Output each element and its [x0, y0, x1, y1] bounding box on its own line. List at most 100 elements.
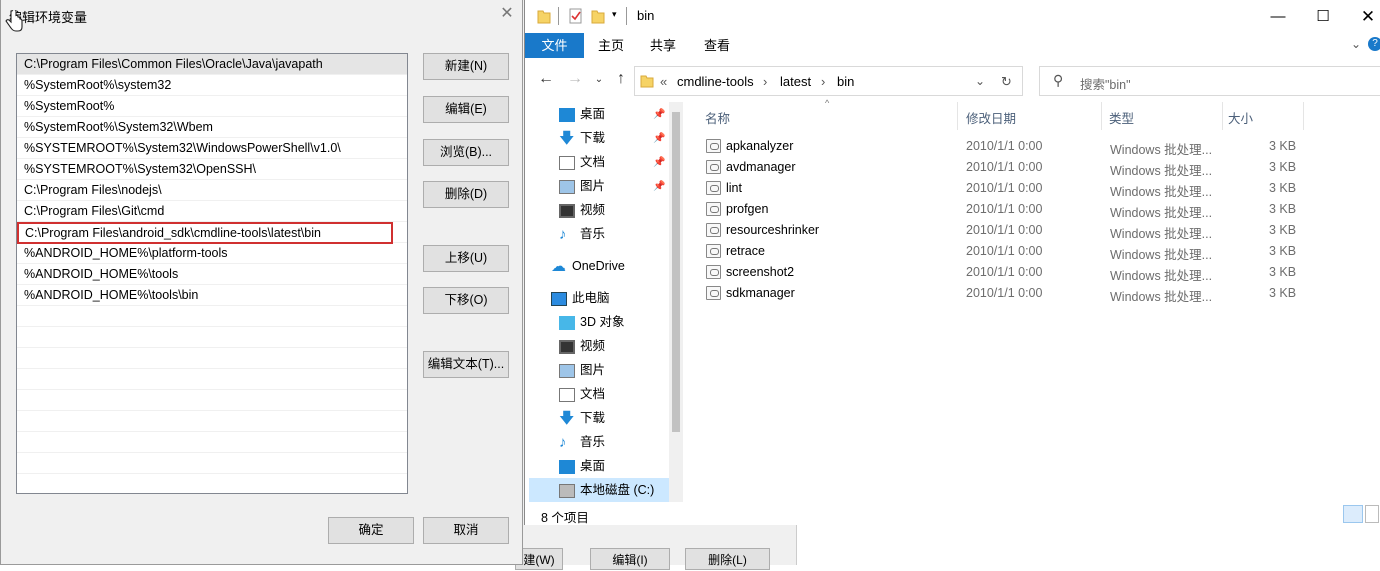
list-item[interactable]: %ANDROID_HOME%\tools\bin [17, 285, 407, 306]
overflow-chevron[interactable]: « [660, 74, 667, 89]
background-area [797, 525, 1380, 565]
tab-share[interactable]: 共享 [643, 33, 683, 58]
list-item-empty[interactable] [17, 348, 407, 369]
nav-item-desktop[interactable]: 桌面 [559, 102, 605, 126]
list-item-empty[interactable] [17, 411, 407, 432]
path-edit-field[interactable]: C:\Program Files\android_sdk\cmdline-too… [17, 222, 393, 244]
column-header-size[interactable]: 大小 [1228, 108, 1253, 127]
list-item[interactable]: %SystemRoot%\System32\Wbem [17, 117, 407, 138]
nav-item-pictures[interactable]: 图片 [559, 358, 605, 382]
address-bar[interactable]: « cmdline-tools › latest › bin ⌄ ↻ [634, 66, 1023, 96]
table-row[interactable]: sdkmanager 2010/1/1 0:00 Windows 批处理... 3 K… [695, 283, 1315, 304]
maximize-icon[interactable]: ☐ [1300, 4, 1346, 30]
list-item[interactable]: %ANDROID_HOME%\tools [17, 264, 407, 285]
list-item-empty[interactable] [17, 306, 407, 327]
column-header-name[interactable]: 名称 [705, 108, 730, 127]
list-item-empty[interactable] [17, 453, 407, 474]
nav-item-music[interactable]: ♪ 音乐 [559, 430, 605, 454]
nav-item-pictures[interactable]: 图片 [559, 174, 605, 198]
new-button[interactable]: 新建(N) [423, 53, 509, 80]
list-item[interactable]: %SYSTEMROOT%\System32\OpenSSH\ [17, 159, 407, 180]
list-item[interactable]: %SystemRoot%\system32 [17, 75, 407, 96]
nav-item-documents[interactable]: 文档 [559, 382, 605, 406]
nav-item-local-disk[interactable]: 本地磁盘 (C:) [529, 478, 669, 502]
properties-icon[interactable] [569, 8, 583, 24]
pin-icon[interactable]: 📌 [653, 109, 665, 120]
edit-text-button[interactable]: 编辑文本(T)... [423, 351, 509, 378]
edit-button[interactable]: 编辑(E) [423, 96, 509, 123]
download-icon: 🡇 [559, 129, 575, 147]
list-item-empty[interactable] [17, 369, 407, 390]
pin-icon[interactable]: 📌 [653, 157, 665, 168]
chevron-down-icon[interactable]: ▾ [612, 9, 617, 20]
close-icon[interactable]: ✕ [1345, 4, 1380, 30]
table-row[interactable]: screenshot2 2010/1/1 0:00 Windows 批处理... 3 … [695, 262, 1315, 283]
move-up-button[interactable]: 上移(U) [423, 245, 509, 272]
list-item[interactable]: %ANDROID_HOME%\platform-tools [17, 243, 407, 264]
large-icons-view-icon[interactable] [1365, 505, 1379, 523]
background-edit-button[interactable]: 编辑(I) [590, 548, 670, 570]
nav-item-onedrive[interactable]: ☁ OneDrive [551, 254, 625, 278]
tab-home[interactable]: 主页 [591, 33, 631, 58]
nav-item-videos[interactable]: 视频 [559, 198, 605, 222]
list-item-editing[interactable]: C:\Program Files\android_sdk\cmdline-too… [17, 222, 407, 244]
close-icon[interactable]: ✕ [497, 4, 517, 24]
chevron-right-icon[interactable]: › [821, 74, 825, 89]
nav-item-downloads[interactable]: 🡇 下载 [559, 126, 605, 150]
search-box[interactable]: ⚲ 搜索"bin" [1039, 66, 1380, 96]
browse-button[interactable]: 浏览(B)... [423, 139, 509, 166]
scrollbar-thumb[interactable] [672, 112, 680, 432]
chevron-down-icon[interactable]: ⌄ [975, 74, 985, 88]
table-row[interactable]: profgen 2010/1/1 0:00 Windows 批处理... 3 KB [695, 199, 1315, 220]
cancel-button[interactable]: 取消 [423, 517, 509, 544]
table-row[interactable]: avdmanager 2010/1/1 0:00 Windows 批处理... 3 K… [695, 157, 1315, 178]
nav-item-music[interactable]: ♪ 音乐 [559, 222, 605, 246]
chevron-down-icon[interactable]: ⌄ [1351, 37, 1361, 51]
forward-arrow-icon[interactable]: → [565, 70, 585, 88]
refresh-icon[interactable]: ↻ [1001, 74, 1012, 90]
table-row[interactable]: apkanalyzer 2010/1/1 0:00 Windows 批处理... 3 … [695, 136, 1315, 157]
nav-item-3d-objects[interactable]: 3D 对象 [559, 310, 624, 334]
nav-scrollbar[interactable] [669, 102, 683, 502]
table-row[interactable]: resourceshrinker 2010/1/1 0:00 Windows 批处理… [695, 220, 1315, 241]
minimize-icon[interactable]: — [1255, 4, 1301, 30]
column-header-date[interactable]: 修改日期 [966, 108, 1016, 127]
nav-item-downloads[interactable]: 🡇 下载 [559, 406, 605, 430]
background-delete-button[interactable]: 删除(L) [685, 548, 770, 570]
delete-button[interactable]: 删除(D) [423, 181, 509, 208]
list-item[interactable]: C:\Program Files\Git\cmd [17, 201, 407, 222]
list-item-empty[interactable] [17, 432, 407, 453]
pin-icon[interactable]: 📌 [653, 133, 665, 144]
nav-item-documents[interactable]: 文档 [559, 150, 605, 174]
breadcrumb-item[interactable]: latest [780, 74, 811, 89]
up-arrow-icon[interactable]: ↑ [611, 70, 631, 88]
move-down-button[interactable]: 下移(O) [423, 287, 509, 314]
list-item[interactable]: C:\Program Files\Common Files\Oracle\Jav… [17, 54, 407, 75]
nav-item-desktop[interactable]: 桌面 [559, 454, 605, 478]
pin-icon[interactable]: 📌 [653, 181, 665, 192]
ok-button[interactable]: 确定 [328, 517, 414, 544]
column-header-type[interactable]: 类型 [1109, 108, 1134, 127]
help-icon[interactable]: ? [1368, 37, 1380, 51]
nav-item-this-pc[interactable]: 此电脑 [551, 286, 610, 310]
chevron-down-icon[interactable]: ⌄ [589, 74, 609, 85]
batch-file-icon [706, 202, 721, 216]
chevron-right-icon[interactable]: › [763, 74, 767, 89]
back-arrow-icon[interactable]: ← [536, 70, 556, 88]
breadcrumb-item[interactable]: bin [837, 74, 854, 89]
table-row[interactable]: lint 2010/1/1 0:00 Windows 批处理... 3 KB [695, 178, 1315, 199]
list-item[interactable]: %SYSTEMROOT%\System32\WindowsPowerShell\… [17, 138, 407, 159]
new-folder-icon[interactable] [591, 8, 605, 24]
nav-item-videos[interactable]: 视频 [559, 334, 605, 358]
breadcrumb-item[interactable]: cmdline-tools [677, 74, 754, 89]
tab-file[interactable]: 文件 [525, 33, 584, 58]
path-list[interactable]: C:\Program Files\Common Files\Oracle\Jav… [16, 53, 408, 494]
list-item-empty[interactable] [17, 390, 407, 411]
cloud-icon: ☁ [551, 257, 566, 275]
list-item-empty[interactable] [17, 327, 407, 348]
list-item[interactable]: %SystemRoot% [17, 96, 407, 117]
tab-view[interactable]: 查看 [697, 33, 737, 58]
list-item[interactable]: C:\Program Files\nodejs\ [17, 180, 407, 201]
details-view-icon[interactable] [1343, 505, 1363, 523]
table-row[interactable]: retrace 2010/1/1 0:00 Windows 批处理... 3 KB [695, 241, 1315, 262]
